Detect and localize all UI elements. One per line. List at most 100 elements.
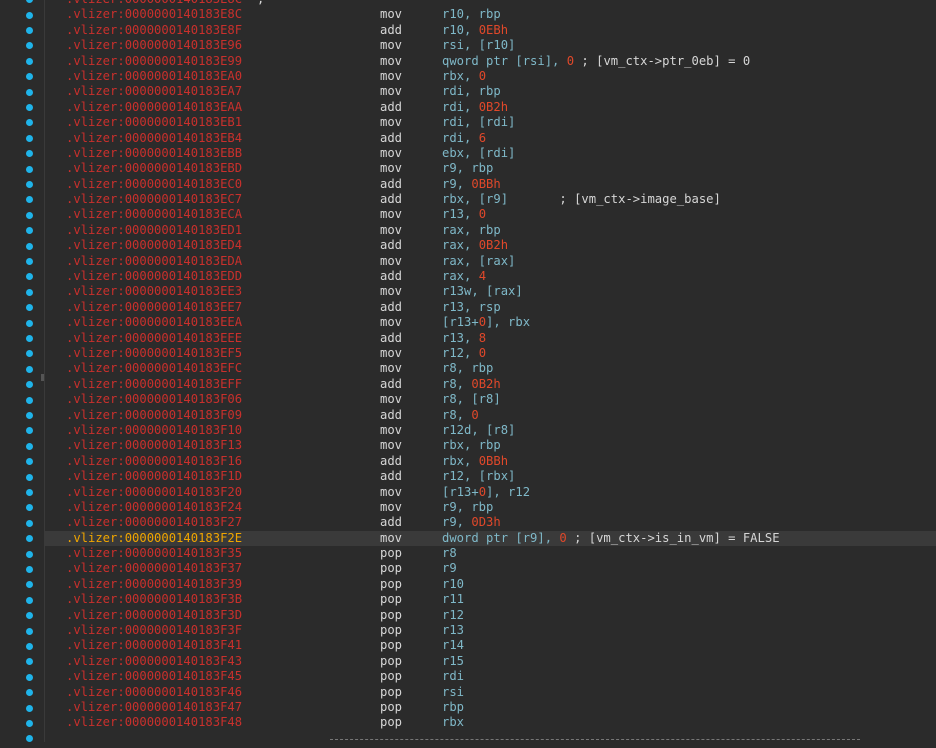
address-label[interactable]: .vlizer:0000000140183EB1 xyxy=(66,115,242,130)
operand-text[interactable]: rax, xyxy=(442,269,479,283)
address-label[interactable]: .vlizer:0000000140183EE3 xyxy=(66,284,242,299)
address-label[interactable]: .vlizer:0000000140183F39 xyxy=(66,577,242,592)
operands[interactable]: rsi, [r10] xyxy=(442,38,515,53)
breakpoint-dot-icon[interactable] xyxy=(26,181,33,188)
breakpoint-dot-icon[interactable] xyxy=(26,489,33,496)
mnemonic[interactable]: mov xyxy=(380,69,402,84)
address-label[interactable]: .vlizer:0000000140183EFF xyxy=(66,377,242,392)
listing-row[interactable]: .vlizer:0000000140183EBB mov ebx, [rdi] xyxy=(45,146,936,161)
breakpoint-dot-icon[interactable] xyxy=(26,273,33,281)
mnemonic[interactable]: mov xyxy=(380,207,402,222)
listing-row[interactable]: .vlizer:0000000140183EA7 mov rdi, rbp xyxy=(45,84,936,99)
mnemonic[interactable]: pop xyxy=(380,700,402,715)
breakpoint-dot-icon[interactable] xyxy=(26,11,33,19)
address-label[interactable]: .vlizer:0000000140183F06 xyxy=(66,392,242,407)
breakpoint-dot-icon[interactable] xyxy=(26,566,33,573)
operand-text[interactable]: rbx, xyxy=(442,454,479,468)
operand-text[interactable]: r8, xyxy=(442,408,471,422)
listing-row[interactable]: .vlizer:0000000140183F35 pop r8 xyxy=(45,546,936,561)
listing-row[interactable]: .vlizer:0000000140183EE3 mov r13w, [rax] xyxy=(45,284,936,299)
operands[interactable]: r13 xyxy=(442,623,464,638)
immediate-value[interactable]: 8 xyxy=(479,331,486,345)
listing-row[interactable]: .vlizer:0000000140183F45 pop rdi xyxy=(45,669,936,684)
mnemonic[interactable]: mov xyxy=(380,146,402,161)
breakpoint-dot-icon[interactable] xyxy=(26,396,33,404)
operands[interactable]: rax, rbp xyxy=(442,223,501,238)
address-label[interactable]: .vlizer:0000000140183F1D xyxy=(66,469,242,484)
operand-text[interactable]: [r13+ xyxy=(442,315,479,329)
disassembly-listing[interactable]: .vlizer:0000000140183E8C;.vlizer:0000000… xyxy=(45,0,936,731)
operands[interactable]: r13, 8 xyxy=(442,331,486,346)
operands[interactable]: rax, 4 xyxy=(442,269,486,284)
breakpoint-dot-icon[interactable] xyxy=(26,288,33,296)
mnemonic[interactable]: add xyxy=(380,269,402,284)
operands[interactable]: dword ptr [r9], 0 ; [vm_ctx->is_in_vm] =… xyxy=(442,531,780,546)
breakpoint-dot-icon[interactable] xyxy=(26,134,33,142)
operand-text[interactable]: dword ptr [r9], xyxy=(442,531,559,545)
address-label[interactable]: .vlizer:0000000140183EFC xyxy=(66,361,242,376)
operand-text[interactable]: rax, [rax] xyxy=(442,254,515,268)
operands[interactable]: r9, rbp xyxy=(442,161,493,176)
operands[interactable]: [r13+0], r12 xyxy=(442,485,530,500)
breakpoint-dot-icon[interactable] xyxy=(26,442,33,450)
listing-row[interactable]: .vlizer:0000000140183E8F add r10, 0EBh xyxy=(45,23,936,38)
listing-row[interactable]: .vlizer:0000000140183EB1 mov rdi, [rdi] xyxy=(45,115,936,130)
mnemonic[interactable]: pop xyxy=(380,669,402,684)
address-label[interactable]: .vlizer:0000000140183F2E xyxy=(66,531,242,546)
operands[interactable]: rdi, 0B2h xyxy=(442,100,508,115)
mnemonic[interactable]: pop xyxy=(380,654,402,669)
operand-text[interactable]: r8, rbp xyxy=(442,361,493,375)
immediate-value[interactable]: 0B2h xyxy=(479,100,508,114)
listing-row[interactable]: .vlizer:0000000140183F3F pop r13 xyxy=(45,623,936,638)
mnemonic[interactable]: mov xyxy=(380,84,402,99)
breakpoint-dot-icon[interactable] xyxy=(26,304,33,312)
listing-row[interactable]: .vlizer:0000000140183EF5 mov r12, 0 xyxy=(45,346,936,361)
listing-row[interactable]: .vlizer:0000000140183EB4 add rdi, 6 xyxy=(45,131,936,146)
operands[interactable]: r12, [rbx] xyxy=(442,469,515,484)
listing-row[interactable]: .vlizer:0000000140183EAA add rdi, 0B2h xyxy=(45,100,936,115)
operands[interactable]: rbx, 0BBh xyxy=(442,454,508,469)
address-label[interactable]: .vlizer:0000000140183F20 xyxy=(66,485,242,500)
operands[interactable]: rbx, [r9] ; [vm_ctx->image_base] xyxy=(442,192,721,207)
mnemonic[interactable]: add xyxy=(380,469,402,484)
address-label[interactable]: .vlizer:0000000140183F3D xyxy=(66,608,242,623)
operands[interactable]: rdi, 6 xyxy=(442,131,486,146)
operand-text[interactable]: rax, rbp xyxy=(442,223,501,237)
listing-row[interactable]: .vlizer:0000000140183F24 mov r9, rbp xyxy=(45,500,936,515)
breakpoint-dot-icon[interactable] xyxy=(26,165,33,173)
immediate-value[interactable]: 0B2h xyxy=(479,238,508,252)
operands[interactable]: r9, 0D3h xyxy=(442,515,501,530)
operand-text[interactable]: r9, rbp xyxy=(442,161,493,175)
listing-row[interactable]: .vlizer:0000000140183F27 add r9, 0D3h xyxy=(45,515,936,530)
address-label[interactable]: .vlizer:0000000140183F48 xyxy=(66,715,242,730)
operands[interactable]: rax, [rax] xyxy=(442,254,515,269)
mnemonic[interactable]: add xyxy=(380,238,402,253)
immediate-value[interactable]: 0 xyxy=(559,531,566,545)
operand-text[interactable]: r10, xyxy=(442,23,479,37)
address-label[interactable]: .vlizer:0000000140183E8F xyxy=(66,23,242,38)
breakpoint-dot-icon[interactable] xyxy=(26,458,33,466)
breakpoint-dot-icon[interactable] xyxy=(26,627,33,635)
breakpoint-dot-icon[interactable] xyxy=(26,242,33,250)
operands[interactable]: rbp xyxy=(442,700,464,715)
listing-row[interactable]: .vlizer:0000000140183EFF add r8, 0B2h xyxy=(45,377,936,392)
mnemonic[interactable]: pop xyxy=(380,608,402,623)
address-label[interactable]: .vlizer:0000000140183F43 xyxy=(66,654,242,669)
mnemonic[interactable]: mov xyxy=(380,485,402,500)
breakpoint-dot-icon[interactable] xyxy=(26,335,33,342)
operands[interactable]: rbx xyxy=(442,715,464,730)
immediate-value[interactable]: 0BBh xyxy=(471,177,500,191)
operands[interactable]: r8, 0B2h xyxy=(442,377,501,392)
immediate-value[interactable]: 0BBh xyxy=(479,454,508,468)
mnemonic[interactable]: pop xyxy=(380,592,402,607)
mnemonic[interactable]: mov xyxy=(380,315,402,330)
address-label[interactable]: .vlizer:0000000140183EE7 xyxy=(66,300,242,315)
listing-row[interactable]: .vlizer:0000000140183E96 mov rsi, [r10] xyxy=(45,38,936,53)
operand-text[interactable]: r9, xyxy=(442,177,471,191)
breakpoint-dot-icon[interactable] xyxy=(26,643,33,650)
address-label[interactable]: .vlizer:0000000140183E8C xyxy=(66,7,242,22)
mnemonic[interactable]: mov xyxy=(380,392,402,407)
operand-text[interactable]: r12 xyxy=(442,608,464,622)
operand-text[interactable]: r8, xyxy=(442,377,471,391)
immediate-value[interactable]: 0 xyxy=(567,54,574,68)
